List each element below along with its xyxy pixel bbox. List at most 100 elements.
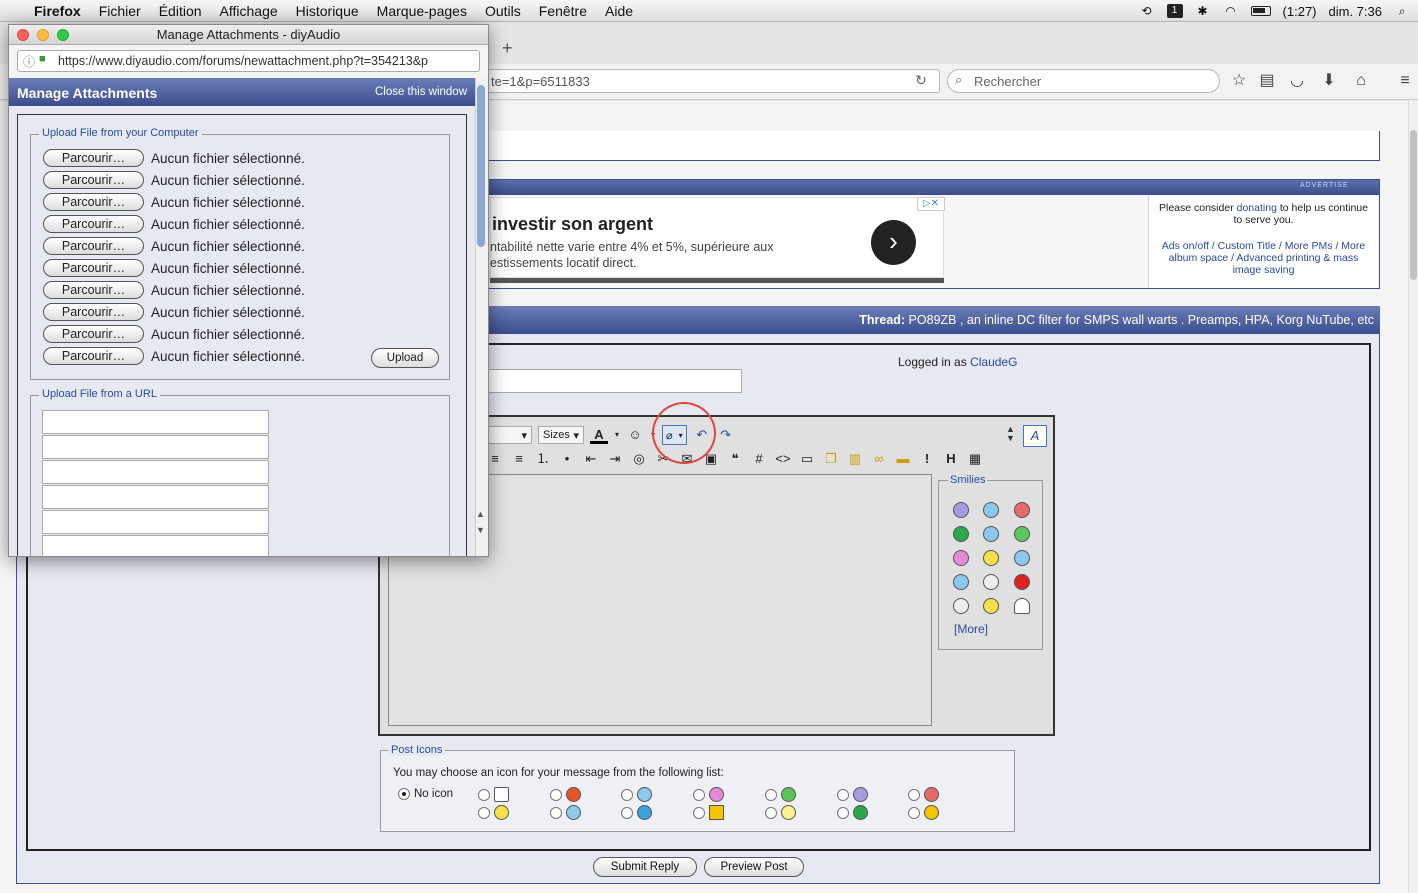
post-icon-option[interactable] [478, 805, 509, 820]
radio-button[interactable] [550, 788, 562, 801]
browse-button[interactable]: Parcourir… [43, 193, 144, 211]
scroll-down-arrow-icon[interactable]: ▼ [476, 525, 485, 535]
post-icon-option[interactable] [765, 805, 796, 820]
quote-icon[interactable]: ❝ [726, 450, 744, 468]
download-icon[interactable]: ⬇ [1318, 71, 1340, 91]
menu-historique[interactable]: Historique [287, 3, 368, 19]
post-icon-option[interactable] [478, 787, 509, 802]
window-titlebar[interactable]: Manage Attachments - diyAudio [9, 25, 488, 45]
browse-button[interactable]: Parcourir… [43, 281, 144, 299]
ad-title[interactable]: investir son argent [492, 214, 653, 235]
info-icon[interactable]: ⓘ [23, 53, 35, 70]
post-icon-option[interactable] [693, 787, 724, 802]
scroll-up-arrow-icon[interactable]: ▲ [476, 509, 485, 519]
reading-list-icon[interactable]: ▤ [1256, 71, 1278, 91]
post-icon-option[interactable] [837, 805, 868, 820]
radio-button[interactable] [621, 806, 633, 819]
page-scrollbar-thumb[interactable] [1410, 130, 1417, 280]
resize-arrows-icon[interactable]: ▲ ▼ [1006, 425, 1015, 443]
browse-button[interactable]: Parcourir… [43, 171, 144, 189]
book-icon[interactable]: ▥ [846, 450, 864, 468]
insert-link-icon[interactable]: ◎ [630, 450, 648, 468]
exclamation-icon[interactable]: ! [918, 450, 936, 468]
smilie-icon[interactable] [1014, 574, 1030, 590]
sync-icon[interactable]: ⟲ [1139, 4, 1155, 18]
url-input[interactable] [42, 435, 269, 459]
url-bar[interactable]: te=1&p=6511833 [480, 69, 940, 93]
post-icon-option[interactable] [621, 805, 652, 820]
browse-button[interactable]: Parcourir… [43, 237, 144, 255]
post-icon-option[interactable] [621, 787, 652, 802]
submit-reply-button[interactable]: Submit Reply [593, 857, 697, 877]
menu-marque-pages[interactable]: Marque-pages [368, 3, 476, 19]
radio-button[interactable] [908, 788, 920, 801]
radio-button[interactable] [908, 806, 920, 819]
post-icon-option[interactable] [908, 787, 939, 802]
home-icon[interactable]: ⌂ [1350, 71, 1372, 91]
font-select[interactable]: ▾ [486, 426, 532, 444]
premium-features-link[interactable]: Ads on/off / Custom Title / More PMs / M… [1155, 240, 1372, 276]
menu-edition[interactable]: Édition [150, 3, 211, 19]
url-input[interactable] [42, 535, 269, 556]
wifi-icon[interactable]: ◠ [1223, 4, 1239, 18]
advertise-link[interactable]: ADVERTISE [1300, 182, 1349, 189]
code-icon[interactable]: <> [774, 450, 792, 468]
spotlight-search-icon[interactable]: ⌕ [1394, 4, 1410, 18]
donating-link[interactable]: donating [1237, 202, 1277, 214]
radio-button[interactable] [765, 806, 777, 819]
zoom-window-icon[interactable] [57, 29, 69, 41]
radio-button[interactable] [478, 806, 490, 819]
smilie-icon[interactable] [983, 550, 999, 566]
smilie-icon[interactable] [1014, 598, 1030, 614]
upload-button[interactable]: Upload [371, 348, 439, 368]
chain-link-icon[interactable]: ∞ [870, 450, 888, 468]
post-icon-option[interactable] [908, 805, 939, 820]
radio-button[interactable] [478, 788, 490, 801]
hash-icon[interactable]: # [750, 450, 768, 468]
url-input[interactable] [42, 510, 269, 534]
clock[interactable]: dim. 7:36 [1329, 4, 1382, 19]
ordered-list-icon[interactable]: ⒈ [534, 450, 552, 468]
preview-post-button[interactable]: Preview Post [704, 857, 804, 877]
indent-icon[interactable]: ⇥ [606, 450, 624, 468]
smilie-icon[interactable] [983, 598, 999, 614]
post-icon-option[interactable] [765, 787, 796, 802]
smilie-icon[interactable] [953, 574, 969, 590]
copy-icon[interactable]: ❐ [822, 450, 840, 468]
minimize-window-icon[interactable] [37, 29, 49, 41]
url-input[interactable] [42, 460, 269, 484]
redo-icon[interactable]: ↷ [717, 426, 735, 444]
smilie-icon[interactable] [953, 598, 969, 614]
browse-button[interactable]: Parcourir… [43, 303, 144, 321]
smiley-insert-icon[interactable]: ☺ [626, 426, 644, 444]
status-app-icon[interactable]: 1 [1166, 4, 1183, 18]
url-input[interactable] [42, 410, 269, 434]
radio-button[interactable] [621, 788, 633, 801]
menu-outils[interactable]: Outils [476, 3, 530, 19]
php-icon[interactable]: ▭ [798, 450, 816, 468]
search-input[interactable]: Rechercher [947, 69, 1220, 93]
battery-icon[interactable] [1250, 6, 1271, 16]
post-icon-option[interactable] [550, 787, 581, 802]
bookmark-star-icon[interactable]: ☆ [1228, 71, 1250, 91]
close-window-link[interactable]: Close this window [375, 86, 467, 98]
no-icon-option[interactable]: No icon [398, 788, 453, 800]
browse-button[interactable]: Parcourir… [43, 347, 144, 365]
new-tab-button[interactable]: + [502, 38, 513, 59]
radio-button[interactable] [550, 806, 562, 819]
radio-button[interactable] [765, 788, 777, 801]
menu-affichage[interactable]: Affichage [211, 3, 287, 19]
size-select[interactable]: Sizes ▾ [538, 426, 584, 444]
menu-aide[interactable]: Aide [596, 3, 642, 19]
ad-arrow-button[interactable]: › [871, 220, 916, 265]
close-window-icon[interactable] [17, 29, 29, 41]
smilie-icon[interactable] [983, 526, 999, 542]
url-input[interactable] [42, 485, 269, 509]
smilie-icon[interactable] [953, 526, 969, 542]
dropdown-arrow-icon[interactable]: ▾ [614, 426, 620, 444]
image-box-icon[interactable]: ▬ [894, 450, 912, 468]
radio-button[interactable] [398, 788, 410, 800]
radio-button[interactable] [837, 806, 849, 819]
smilie-icon[interactable] [1014, 502, 1030, 518]
unordered-list-icon[interactable]: • [558, 450, 576, 468]
